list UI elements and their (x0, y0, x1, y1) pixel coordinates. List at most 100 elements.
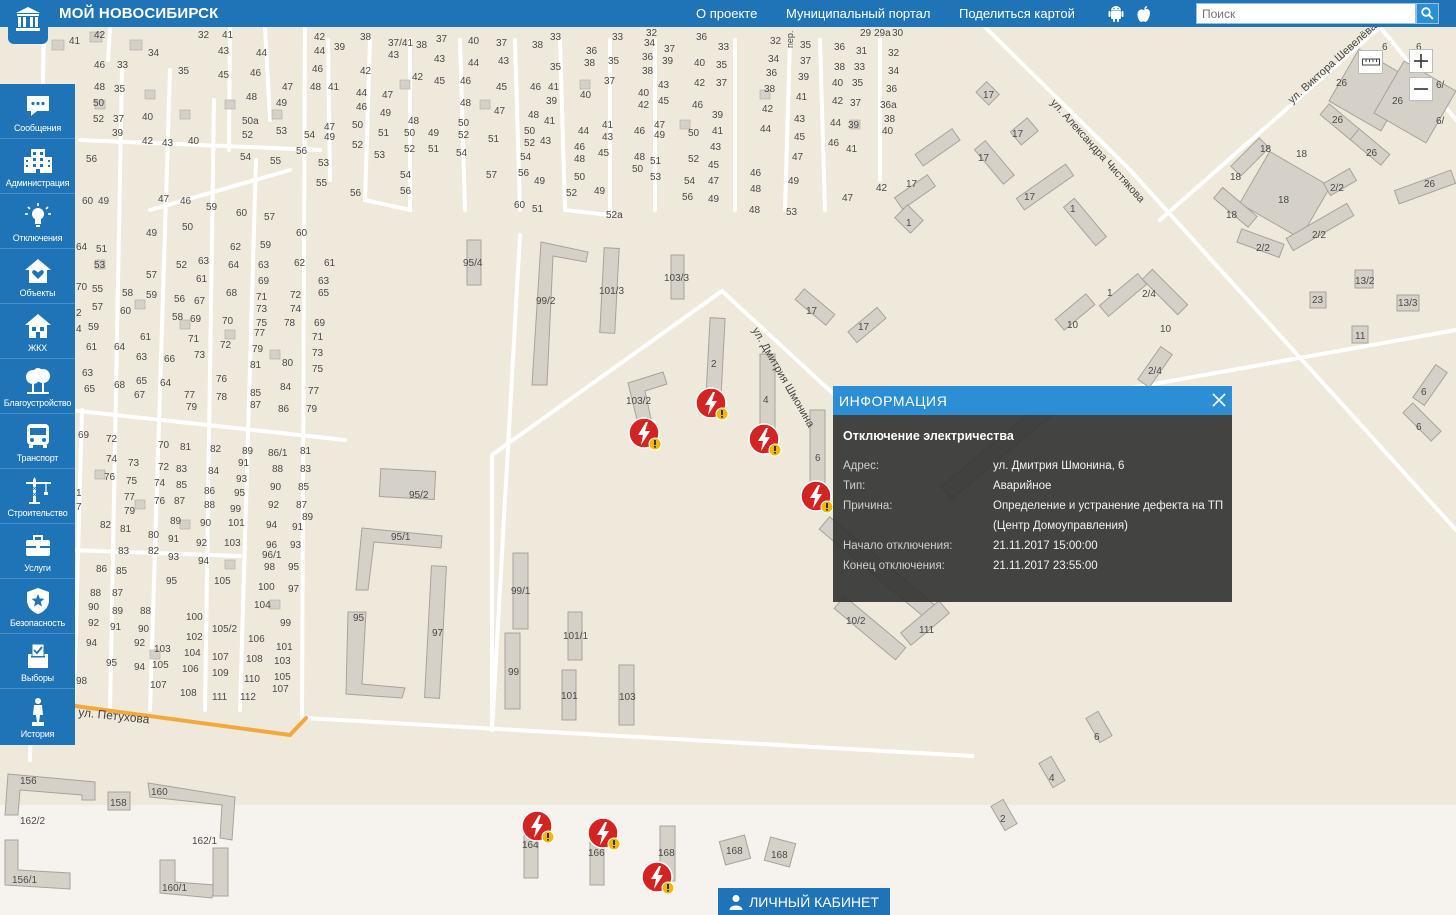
svg-text:65: 65 (84, 384, 96, 395)
svg-text:77: 77 (254, 328, 266, 339)
sidebar-item-objects[interactable]: Объекты (0, 249, 75, 304)
svg-text:18: 18 (1230, 172, 1242, 183)
svg-text:2/2: 2/2 (1256, 243, 1270, 254)
svg-text:57: 57 (92, 302, 104, 313)
svg-text:46: 46 (250, 68, 262, 79)
about-link[interactable]: О проекте (696, 6, 757, 21)
city-logo[interactable] (8, 0, 48, 44)
svg-text:38: 38 (642, 66, 654, 77)
svg-text:82: 82 (210, 444, 222, 455)
power-outage-marker-selected[interactable] (800, 480, 834, 514)
app-title[interactable]: МОЙ НОВОСИБИРСК (59, 5, 219, 22)
ruler-icon (1361, 58, 1380, 66)
svg-text:46: 46 (356, 102, 368, 113)
svg-text:6: 6 (1416, 422, 1422, 433)
svg-text:105: 105 (214, 576, 231, 587)
municipal-portal-link[interactable]: Муниципальный портал (786, 6, 931, 21)
zoom-in-button[interactable] (1409, 49, 1433, 73)
svg-text:52: 52 (524, 138, 536, 149)
sidebar-item-construction[interactable]: Строительство (0, 469, 75, 524)
power-outage-marker[interactable] (628, 417, 662, 451)
svg-text:1: 1 (1070, 204, 1076, 215)
svg-text:74: 74 (106, 454, 118, 465)
svg-text:94: 94 (198, 556, 210, 567)
share-map-link[interactable]: Поделиться картой (959, 6, 1075, 21)
sidebar-item-label: Объекты (19, 288, 56, 298)
svg-text:49: 49 (654, 130, 666, 141)
sidebar-item-outages[interactable]: Отключения (0, 194, 75, 249)
svg-text:77: 77 (308, 386, 320, 397)
svg-text:64: 64 (160, 378, 172, 389)
power-outage-marker[interactable] (641, 861, 675, 895)
city-map[interactable]: ул. Петухова ул. Дмитрия Шмонина ул. Але… (0, 27, 1456, 915)
ruler-button[interactable] (1358, 50, 1383, 74)
sidebar-item-label: Выборы (21, 673, 54, 683)
search-input[interactable] (1196, 3, 1416, 24)
svg-text:93: 93 (168, 552, 180, 563)
sidebar-item-landscaping[interactable]: Благоустройство (0, 359, 75, 414)
svg-text:49: 49 (324, 132, 336, 143)
svg-text:33: 33 (854, 62, 866, 73)
sidebar-item-messages[interactable]: Сообщения (0, 84, 75, 139)
svg-text:26: 26 (1424, 179, 1436, 190)
svg-text:77: 77 (184, 390, 196, 401)
sidebar-item-history[interactable]: История (0, 689, 75, 744)
svg-text:72: 72 (220, 340, 232, 351)
svg-text:45: 45 (794, 132, 806, 143)
power-outage-marker[interactable] (521, 810, 555, 844)
sidebar-item-administration[interactable]: Администрация (0, 139, 75, 194)
svg-text:85: 85 (176, 480, 188, 491)
crane-icon (22, 476, 54, 506)
search-button[interactable] (1416, 3, 1439, 24)
svg-text:83: 83 (118, 546, 130, 557)
svg-text:95: 95 (166, 576, 178, 587)
svg-text:86: 86 (204, 486, 216, 497)
power-outage-marker[interactable] (587, 817, 621, 851)
close-button[interactable] (1210, 391, 1228, 409)
svg-text:51: 51 (96, 244, 108, 255)
personal-cabinet-button[interactable]: ЛИЧНЫЙ КАБИНЕТ (718, 888, 890, 915)
svg-text:76: 76 (104, 472, 116, 483)
svg-text:1: 1 (76, 488, 82, 499)
svg-text:61: 61 (140, 332, 152, 343)
svg-text:78: 78 (216, 392, 228, 403)
svg-text:63: 63 (198, 256, 210, 267)
power-outage-marker[interactable] (748, 423, 782, 457)
svg-text:6: 6 (815, 453, 821, 464)
svg-text:50: 50 (458, 118, 470, 129)
svg-text:36: 36 (642, 52, 654, 63)
sidebar-item-housing[interactable]: ЖКХ (0, 304, 75, 359)
svg-text:45: 45 (708, 160, 720, 171)
svg-text:97: 97 (432, 628, 444, 639)
svg-text:89: 89 (112, 606, 124, 617)
map-canvas[interactable]: ул. Петухова ул. Дмитрия Шмонина ул. Але… (0, 27, 1456, 915)
sidebar-item-elections[interactable]: Выборы (0, 634, 75, 689)
svg-text:75: 75 (126, 476, 138, 487)
android-icon[interactable] (1105, 3, 1127, 24)
svg-text:35: 35 (716, 60, 728, 71)
svg-text:38: 38 (764, 84, 776, 95)
svg-text:80: 80 (148, 530, 160, 541)
svg-text:156: 156 (20, 776, 37, 787)
svg-text:44: 44 (314, 46, 326, 57)
svg-text:73: 73 (312, 348, 324, 359)
svg-text:54: 54 (456, 148, 468, 159)
svg-text:97: 97 (288, 584, 300, 595)
start-time-label: Начало отключения: (843, 540, 953, 552)
svg-text:85: 85 (116, 566, 128, 577)
sidebar-item-transport[interactable]: Транспорт (0, 414, 75, 469)
svg-text:107: 107 (212, 652, 229, 663)
svg-text:36: 36 (766, 68, 778, 79)
sidebar-item-services[interactable]: Услуги (0, 524, 75, 579)
svg-text:101: 101 (276, 642, 293, 653)
power-outage-marker[interactable] (695, 387, 729, 421)
zoom-out-button[interactable] (1409, 77, 1433, 101)
svg-text:45: 45 (598, 148, 610, 159)
sidebar-item-security[interactable]: Безопасность (0, 579, 75, 634)
svg-text:85: 85 (250, 388, 262, 399)
apple-icon[interactable] (1133, 3, 1155, 24)
svg-text:81: 81 (300, 446, 312, 457)
svg-text:46: 46 (692, 100, 704, 111)
svg-text:59: 59 (206, 202, 218, 213)
svg-text:101/1: 101/1 (563, 631, 588, 642)
